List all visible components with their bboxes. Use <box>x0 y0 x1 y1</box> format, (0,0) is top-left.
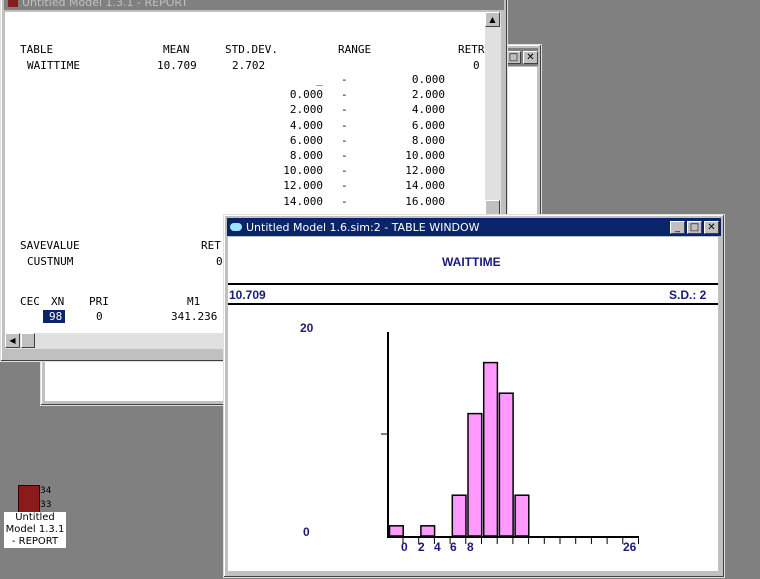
report-icon <box>8 0 18 7</box>
header-table: TABLE <box>20 43 54 56</box>
icon-label-line1: Untitled <box>15 512 55 523</box>
header-range: RANGE <box>338 43 372 56</box>
header-stddev: STD.DEV. <box>225 43 278 56</box>
icon-badge-2: 33 <box>40 500 52 510</box>
range-low: 0.000 <box>289 88 323 102</box>
histogram-bar <box>467 412 483 537</box>
range-low: _ <box>316 73 323 86</box>
x-tick-label: 26 <box>623 540 637 554</box>
range-low: 6.000 <box>289 133 323 147</box>
table-window-client: WAITTIME 10.709 S.D.: 2 20 0 0 2 4 6 8 26 <box>228 237 718 571</box>
report-book-icon <box>18 485 40 513</box>
savevalue-label: SAVEVALUE <box>20 239 80 252</box>
header-ret: RETR <box>458 43 485 56</box>
header-mean: MEAN <box>163 43 190 56</box>
scroll-left-button[interactable]: ◀ <box>5 333 20 348</box>
row-stddev: 2.702 <box>232 59 266 72</box>
row-name: WAITTIME <box>27 59 80 72</box>
range-high: 14.000 <box>405 179 445 193</box>
histogram-chart: 0 2 4 6 8 26 <box>381 332 639 554</box>
pri-header: PRI <box>89 295 109 308</box>
cloud-icon <box>230 223 242 231</box>
icon-label-line2: Model 1.3.1 <box>5 524 65 535</box>
range-high: 4.000 <box>411 103 445 117</box>
range-dash: - <box>341 133 348 147</box>
table-window-title: Untitled Model 1.6.sim:2 - TABLE WINDOW <box>246 220 480 234</box>
savevalue-ret: RET <box>201 239 221 252</box>
x-tick-label: 6 <box>450 540 457 554</box>
table-window-titlebar[interactable]: Untitled Model 1.6.sim:2 - TABLE WINDOW … <box>227 218 721 236</box>
cec-header: CEC <box>20 295 40 308</box>
m1-value: 341.236 <box>171 310 218 323</box>
savevalue-name: CUSTNUM <box>27 255 74 268</box>
histogram-bar <box>420 525 436 537</box>
icon-badge-1: 34 <box>40 486 52 496</box>
range-high: 10.000 <box>405 149 445 162</box>
range-high: 2.000 <box>411 88 445 102</box>
icon-label-line3: - REPORT <box>11 536 59 547</box>
histogram-bar <box>451 494 467 537</box>
close-button[interactable]: ✕ <box>523 50 538 64</box>
table-window[interactable]: Untitled Model 1.6.sim:2 - TABLE WINDOW … <box>223 214 725 578</box>
desktop-icon-report[interactable]: 34 33 Untitled Model 1.3.1 - REPORT <box>4 484 66 550</box>
x-tick-label: 4 <box>434 540 441 554</box>
range-dash: - <box>341 179 348 193</box>
range-low: 8.000 <box>289 149 323 162</box>
range-low: 4.000 <box>289 118 323 132</box>
x-tick-label: 8 <box>467 540 474 554</box>
range-dash: - <box>341 103 348 117</box>
desktop-icon-label: Untitled Model 1.3.1 - REPORT <box>4 512 66 548</box>
range-low: 10.000 <box>283 164 323 178</box>
minimize-button[interactable]: _ <box>670 220 685 234</box>
range-dash: - <box>341 88 348 102</box>
xn-header: XN <box>51 295 65 308</box>
savevalue-value: 0 <box>216 255 223 268</box>
range-high: 0.000 <box>411 73 445 86</box>
m1-header: M1 <box>187 295 201 308</box>
h-scroll-thumb[interactable] <box>21 333 35 348</box>
range-high: 6.000 <box>411 118 445 132</box>
xn-value-selected[interactable]: 98 <box>43 310 66 323</box>
range-dash: - <box>341 149 348 162</box>
x-tick-label: 2 <box>418 540 425 554</box>
range-high: 8.000 <box>411 133 445 147</box>
row-ret: 0 <box>473 59 480 72</box>
report-window-titlebar[interactable]: Untitled Model 1.3.1 - REPORT <box>4 0 504 10</box>
range-low: 12.000 <box>283 179 323 193</box>
report-window-title: Untitled Model 1.3.1 - REPORT <box>22 0 188 9</box>
close-button[interactable]: ✕ <box>704 220 719 234</box>
range-dash: - <box>341 73 348 86</box>
range-dash: - <box>341 164 348 178</box>
histogram-bar <box>514 494 530 537</box>
pri-value: 0 <box>96 310 103 323</box>
histogram-bar <box>388 525 404 537</box>
histogram-bar <box>482 361 499 537</box>
x-tick-label: 0 <box>401 540 408 554</box>
maximize-button[interactable]: □ <box>506 50 521 64</box>
range-low: 14.000 <box>283 194 323 208</box>
range-high: 16.000 <box>405 194 445 208</box>
range-dash: - <box>341 118 348 132</box>
range-high: 12.000 <box>405 164 445 178</box>
range-dash: - <box>341 194 348 208</box>
range-low: 2.000 <box>289 103 323 117</box>
row-mean: 10.709 <box>157 59 197 72</box>
scroll-up-button[interactable]: ▲ <box>485 12 500 27</box>
histogram-bar <box>498 392 514 537</box>
maximize-button[interactable]: □ <box>687 220 702 234</box>
